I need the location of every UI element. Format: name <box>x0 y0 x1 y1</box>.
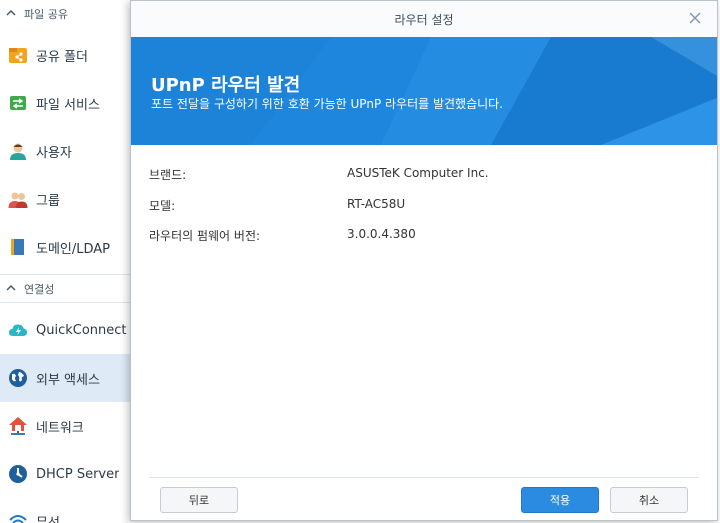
sidebar-item-user[interactable]: 사용자 <box>0 127 130 175</box>
dialog-titlebar: 라우터 설정 <box>131 1 717 37</box>
wireless-icon <box>8 511 28 523</box>
info-label: 브랜드: <box>149 168 187 182</box>
sidebar-item-label: 네트워크 <box>36 420 84 436</box>
dialog-title: 라우터 설정 <box>394 12 454 27</box>
chevron-up-icon <box>6 9 20 20</box>
cancel-button[interactable]: 취소 <box>610 487 688 513</box>
sidebar-item-label: 그룹 <box>36 193 60 209</box>
section-file-sharing[interactable]: 파일 공유 <box>0 0 130 28</box>
sidebar-item-file-services[interactable]: 파일 서비스 <box>0 79 130 127</box>
dhcp-server-icon <box>8 464 28 484</box>
apply-button[interactable]: 적용 <box>521 487 599 513</box>
info-label: 모델: <box>149 199 176 213</box>
close-icon[interactable] <box>687 10 703 26</box>
info-value: ASUSTeK Computer Inc. <box>347 166 489 180</box>
quickconnect-icon <box>8 320 28 340</box>
banner-title: UPnP 라우터 발견 <box>151 75 301 96</box>
sidebar-item-label: QuickConnect <box>36 322 127 338</box>
sidebar-item-label: 공유 폴더 <box>36 49 88 65</box>
sidebar-item-dhcp-server[interactable]: DHCP Server <box>0 450 130 498</box>
section-connectivity[interactable]: 연결성 <box>0 275 130 303</box>
sidebar-divider <box>0 302 130 303</box>
sidebar-item-label: 무선 <box>36 515 60 523</box>
sidebar-item-quickconnect[interactable]: QuickConnect <box>0 306 130 354</box>
sidebar: 파일 공유 공유 폴더 파일 서비스 사용자 그룹 도메인/LDAP 연결성 Q… <box>0 0 130 523</box>
banner-subtitle: 포트 전달을 구성하기 위한 호환 가능한 UPnP 라우터를 발견했습니다. <box>151 97 504 111</box>
sidebar-item-label: 사용자 <box>36 145 72 161</box>
file-services-icon <box>8 93 28 113</box>
user-icon <box>8 141 28 161</box>
sidebar-item-label: 외부 액세스 <box>36 372 100 388</box>
section-label: 연결성 <box>24 283 55 296</box>
sidebar-item-group[interactable]: 그룹 <box>0 175 130 223</box>
sidebar-item-network[interactable]: 네트워크 <box>0 402 130 450</box>
sidebar-item-label: DHCP Server <box>36 466 120 482</box>
group-icon <box>8 189 28 209</box>
sidebar-item-label: 도메인/LDAP <box>36 241 111 257</box>
sidebar-item-domain-ldap[interactable]: 도메인/LDAP <box>0 223 130 271</box>
section-label: 파일 공유 <box>24 8 68 21</box>
back-button[interactable]: 뒤로 <box>160 487 238 513</box>
external-access-icon <box>8 368 28 388</box>
info-label: 라우터의 펌웨어 버전: <box>149 229 261 243</box>
sidebar-item-shared-folder[interactable]: 공유 폴더 <box>0 31 130 79</box>
info-value: 3.0.0.4.380 <box>347 227 416 241</box>
sidebar-item-label: 파일 서비스 <box>36 97 100 113</box>
dialog-banner: UPnP 라우터 발견 포트 전달을 구성하기 위한 호환 가능한 UPnP 라… <box>131 37 717 145</box>
shared-folder-icon <box>8 45 28 65</box>
sidebar-item-external-access[interactable]: 외부 액세스 <box>0 354 130 402</box>
sidebar-item-wireless[interactable]: 무선 <box>0 497 130 523</box>
network-icon <box>8 416 28 436</box>
domain-ldap-icon <box>8 237 28 257</box>
info-value: RT-AC58U <box>347 197 406 211</box>
footer-divider <box>149 477 699 478</box>
chevron-up-icon <box>6 284 20 295</box>
router-settings-dialog: 라우터 설정 UPnP 라우터 발견 포트 전달을 구성하기 위한 호환 가능한… <box>130 0 718 521</box>
